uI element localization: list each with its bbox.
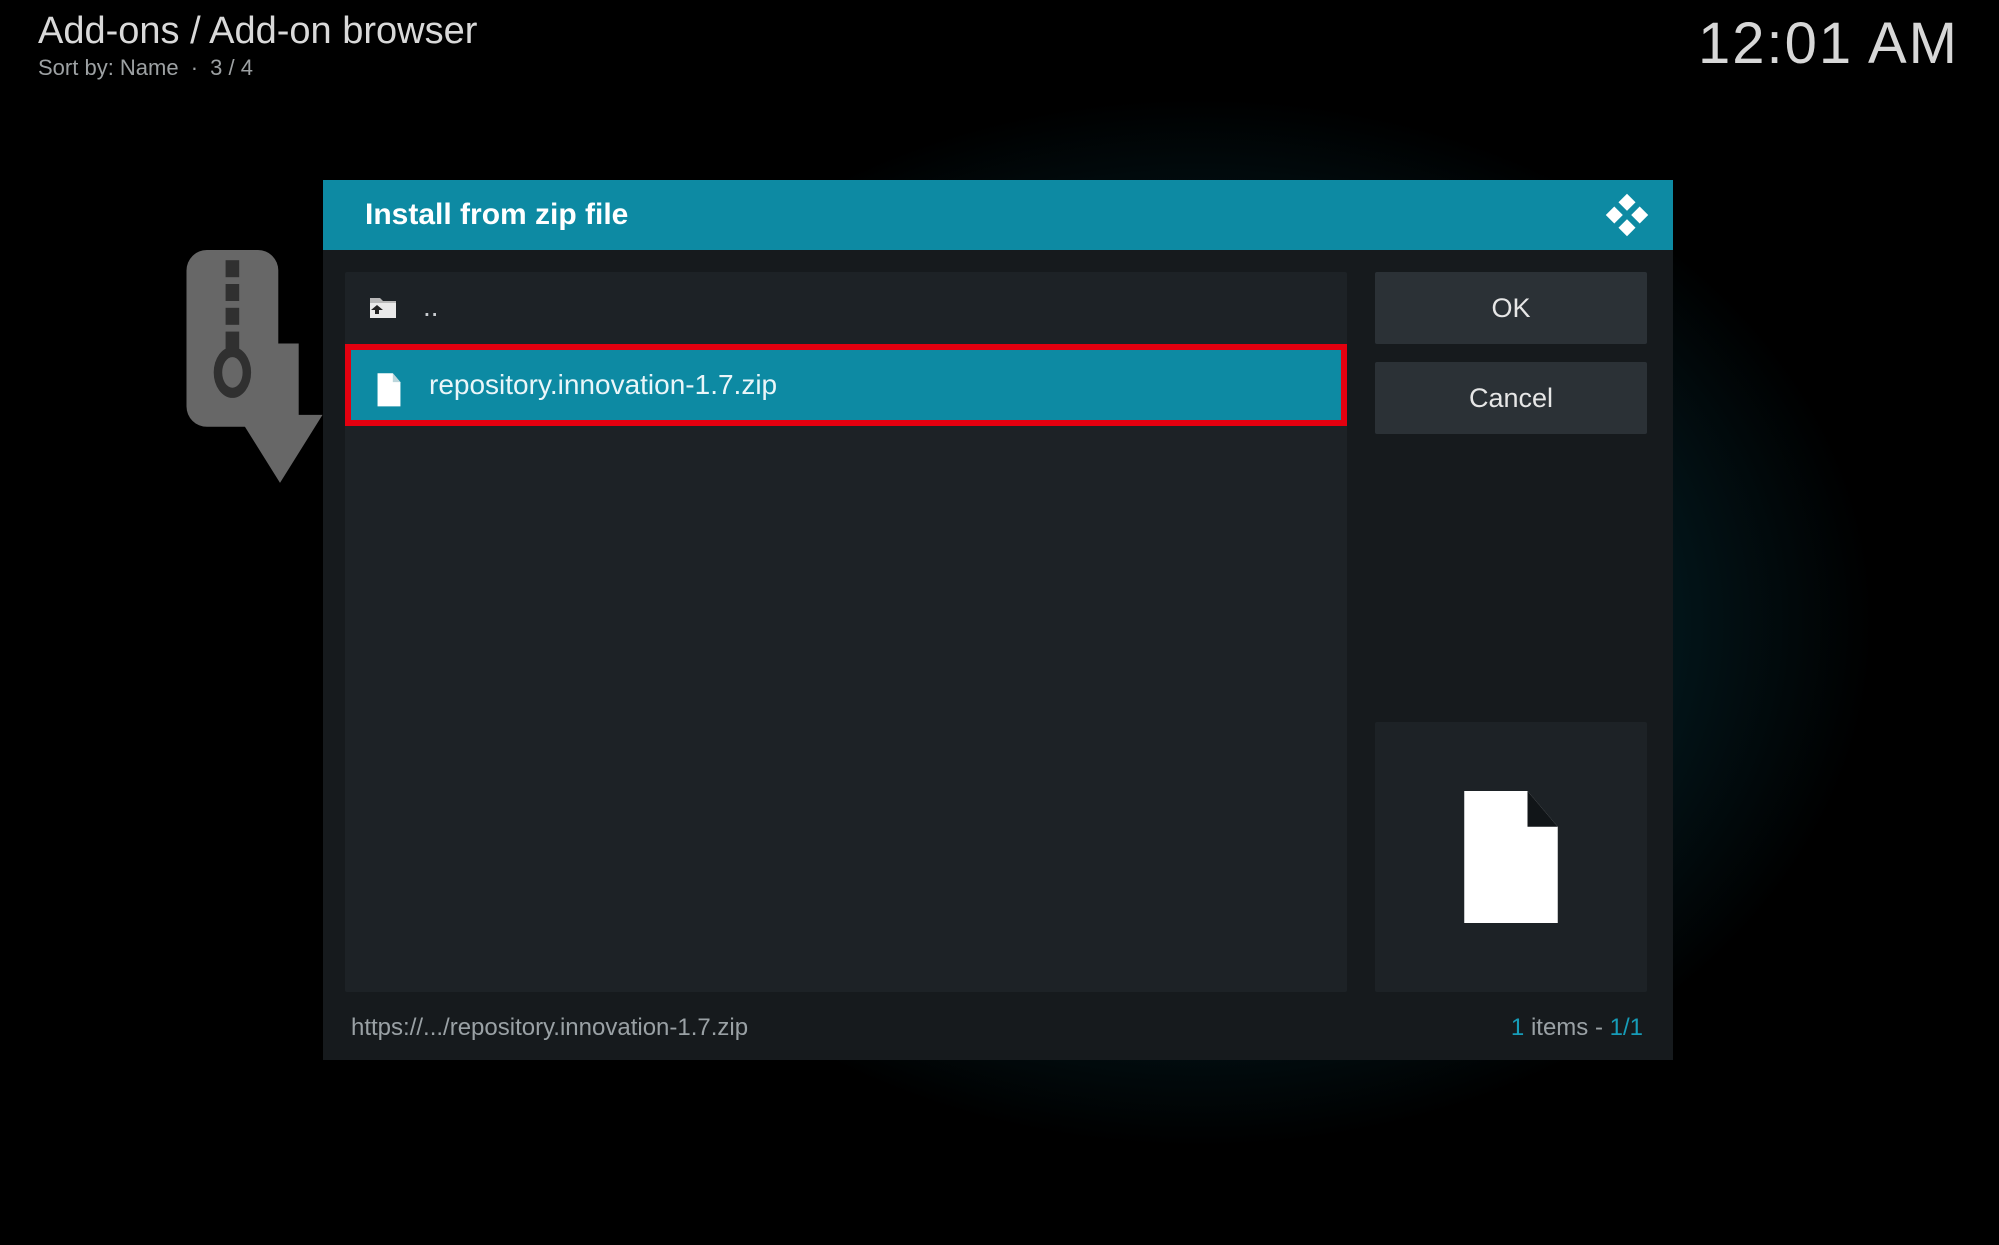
- file-preview: [1375, 722, 1647, 992]
- list-position: 3 / 4: [210, 55, 253, 80]
- file-icon: [375, 372, 403, 398]
- clock: 12:01 AM: [1698, 10, 1959, 77]
- dialog-body: .. repository.innovation-1.7.zip OK Canc…: [323, 250, 1673, 1006]
- file-list[interactable]: .. repository.innovation-1.7.zip: [345, 272, 1347, 992]
- highlight-annotation: repository.innovation-1.7.zip: [345, 344, 1347, 426]
- kodi-logo-icon: [1603, 191, 1651, 239]
- zip-file-row[interactable]: repository.innovation-1.7.zip: [351, 350, 1341, 420]
- footer-count-label: items -: [1524, 1014, 1609, 1041]
- dialog-header: Install from zip file: [323, 180, 1673, 250]
- dialog-footer: https://.../repository.innovation-1.7.zi…: [323, 1006, 1673, 1060]
- footer-path: https://.../repository.innovation-1.7.zi…: [351, 1014, 748, 1042]
- sort-prefix: Sort by:: [38, 55, 120, 80]
- top-bar: Add-ons / Add-on browser Sort by: Name ·…: [0, 0, 1999, 87]
- cancel-button[interactable]: Cancel: [1375, 362, 1647, 434]
- ok-button[interactable]: OK: [1375, 272, 1647, 344]
- file-preview-icon: [1456, 787, 1566, 927]
- dialog-title: Install from zip file: [365, 198, 628, 232]
- sort-value: Name: [120, 55, 179, 80]
- sort-line: Sort by: Name · 3 / 4: [38, 55, 477, 81]
- parent-folder-label: ..: [423, 291, 439, 323]
- breadcrumb: Add-ons / Add-on browser: [38, 10, 477, 53]
- footer-count: 1 items - 1/1: [1511, 1014, 1643, 1042]
- footer-count-number: 1: [1511, 1014, 1524, 1041]
- install-zip-dialog: Install from zip file: [323, 180, 1673, 1060]
- dialog-side-column: OK Cancel: [1375, 272, 1647, 992]
- folder-up-icon: [369, 294, 397, 320]
- parent-folder-row[interactable]: ..: [345, 272, 1347, 342]
- footer-page: 1/1: [1610, 1014, 1643, 1041]
- zip-file-label: repository.innovation-1.7.zip: [429, 369, 777, 401]
- separator-dot: ·: [179, 55, 211, 80]
- breadcrumb-wrap: Add-ons / Add-on browser Sort by: Name ·…: [38, 10, 477, 81]
